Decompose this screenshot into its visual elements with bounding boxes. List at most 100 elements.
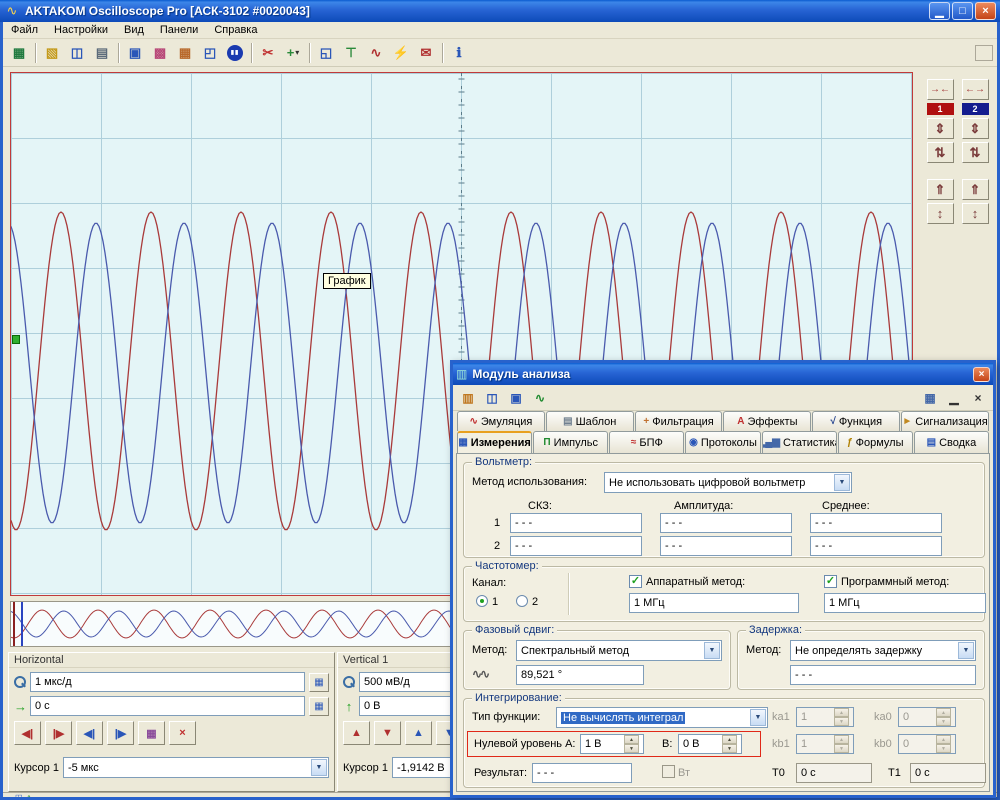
integration-type-combo[interactable]: Не вычислять интеграл ▼: [556, 707, 768, 728]
measurement-setup-button[interactable]: ▥: [457, 387, 479, 408]
tab-effects[interactable]: AЭффекты: [723, 411, 811, 431]
spin-buttons[interactable]: ▲▼: [936, 735, 951, 753]
tab-filtering[interactable]: +Фильтрация: [635, 411, 723, 431]
voltmeter-rms-field-1[interactable]: - - -: [510, 513, 642, 533]
menu-help[interactable]: Справка: [206, 23, 265, 37]
tab-emulation[interactable]: ∿Эмуляция: [457, 411, 545, 431]
delay-method-combo[interactable]: Не определять задержку ▼: [790, 640, 976, 661]
menu-panels[interactable]: Панели: [152, 23, 206, 37]
dropdown-arrow-icon[interactable]: ▼: [704, 642, 720, 659]
window-titlebar[interactable]: ∿ AKTAKOM Oscilloscope Pro [АСК-3102 #00…: [0, 0, 1000, 22]
hardware-frequency-field[interactable]: 1 МГц: [629, 593, 799, 613]
dropdown-arrow-icon[interactable]: ▼: [958, 642, 974, 659]
minimize-button[interactable]: ▁: [929, 2, 950, 20]
dock-panels-button[interactable]: ⊤: [339, 41, 363, 64]
shift-fine-ch2-button[interactable]: ↕: [962, 203, 989, 224]
ka0-spinner[interactable]: 0 ▲▼: [898, 707, 956, 727]
shift-up-ch1-button[interactable]: ⇑: [927, 179, 954, 200]
close-panel-button[interactable]: ×: [967, 387, 989, 408]
shift-fine-ch1-button[interactable]: ↕: [927, 203, 954, 224]
h-cursors-reset-button[interactable]: ×: [169, 721, 196, 745]
shift-up-ch2-button[interactable]: ⇑: [962, 179, 989, 200]
zero-level-a-spinner[interactable]: 1 В ▲▼: [580, 734, 644, 754]
kb0-spinner[interactable]: 0 ▲▼: [898, 734, 956, 754]
software-method-checkbox[interactable]: ✓: [824, 575, 837, 588]
tab-pulse[interactable]: ΠИмпульс: [533, 431, 608, 453]
compress-horizontal-button[interactable]: →←: [927, 79, 954, 100]
about-button[interactable]: ℹ: [447, 41, 471, 64]
h-cursor-grid-button[interactable]: ▦: [138, 721, 165, 745]
grid-settings-button[interactable]: ▦: [173, 41, 197, 64]
toolbar-overflow-button[interactable]: [975, 45, 993, 61]
overview-position-cursor[interactable]: [21, 602, 23, 646]
voltmeter-rms-field-2[interactable]: - - -: [510, 536, 642, 556]
open-file-button[interactable]: ▧: [40, 41, 64, 64]
h-cursor-2-right-button[interactable]: |▶: [107, 721, 134, 745]
tab-summary[interactable]: ▤Сводка: [914, 431, 989, 453]
h-cursor-position-combo[interactable]: -5 мкс ▼: [63, 757, 329, 778]
close-button[interactable]: ×: [975, 2, 996, 20]
spin-buttons[interactable]: ▲▼: [936, 708, 951, 726]
phase-value-field[interactable]: 89,521 °: [516, 665, 644, 685]
horizontal-offset-adjust-button[interactable]: ▦: [309, 697, 329, 716]
phase-method-combo[interactable]: Спектральный метод ▼: [516, 640, 722, 661]
result-field[interactable]: - - -: [532, 763, 632, 783]
tab-formulas[interactable]: ƒФормулы: [838, 431, 913, 453]
voltmeter-amplitude-field-1[interactable]: - - -: [660, 513, 792, 533]
hardware-method-checkbox[interactable]: ✓: [629, 575, 642, 588]
records-button[interactable]: ✉: [414, 41, 438, 64]
trigger-level-marker[interactable]: [12, 335, 20, 344]
scale-compress-ch2-button[interactable]: ⇅: [962, 142, 989, 163]
voltmeter-method-combo[interactable]: Не использовать цифровой вольтметр ▼: [604, 472, 852, 493]
zero-level-b-spinner[interactable]: 0 В ▲▼: [678, 734, 742, 754]
voltmeter-amplitude-field-2[interactable]: - - -: [660, 536, 792, 556]
h-cursor-1-right-button[interactable]: |▶: [45, 721, 72, 745]
dialog-titlebar[interactable]: ▥ Модуль анализа ×: [453, 363, 993, 385]
h-cursor-2-left-button[interactable]: ◀|: [76, 721, 103, 745]
channel-1-radio[interactable]: [476, 595, 488, 607]
expand-horizontal-button[interactable]: ←→: [962, 79, 989, 100]
tab-statistics[interactable]: ▂▄▆Статистика: [762, 431, 837, 453]
spin-buttons[interactable]: ▲▼: [624, 735, 639, 753]
watts-checkbox[interactable]: [662, 765, 675, 778]
spin-buttons[interactable]: ▲▼: [834, 735, 849, 753]
kb1-spinner[interactable]: 1 ▲▼: [796, 734, 854, 754]
dropdown-arrow-icon[interactable]: ▼: [834, 474, 850, 491]
dialog-close-button[interactable]: ×: [973, 367, 990, 382]
channel-2-badge[interactable]: 2: [962, 103, 989, 115]
delay-value-field[interactable]: - - -: [790, 665, 976, 685]
copy-screen-button[interactable]: ▣: [123, 41, 147, 64]
spin-buttons[interactable]: ▲▼: [834, 708, 849, 726]
software-frequency-field[interactable]: 1 МГц: [824, 593, 986, 613]
dropdown-arrow-icon[interactable]: ▼: [311, 759, 327, 776]
timebase-adjust-button[interactable]: ▦: [309, 673, 329, 692]
maximize-button[interactable]: □: [952, 2, 973, 20]
dropdown-arrow-icon[interactable]: ▼: [750, 709, 766, 726]
new-display-button[interactable]: ◰: [198, 41, 222, 64]
v-cursor-1-up-button[interactable]: ▲: [343, 721, 370, 745]
color-settings-button[interactable]: ▩: [148, 41, 172, 64]
save-file-button[interactable]: ◫: [65, 41, 89, 64]
voltmeter-mean-field-2[interactable]: - - -: [810, 536, 942, 556]
signal-view-button[interactable]: ∿: [529, 387, 551, 408]
menu-file[interactable]: Файл: [3, 23, 46, 37]
spin-buttons[interactable]: ▲▼: [722, 735, 737, 753]
cut-fragment-button[interactable]: ✂: [256, 41, 280, 64]
tab-fft[interactable]: ≈БПФ: [609, 431, 684, 453]
ka1-spinner[interactable]: 1 ▲▼: [796, 707, 854, 727]
scale-expand-ch2-button[interactable]: ⇕: [962, 118, 989, 139]
tab-protocols[interactable]: ◉Протоколы: [685, 431, 760, 453]
tab-measurements[interactable]: ▦Измерения: [457, 431, 532, 453]
tab-function[interactable]: √Функция: [812, 411, 900, 431]
collapse-panel-button[interactable]: ▁: [943, 387, 965, 408]
chart-window-button[interactable]: ▦: [919, 387, 941, 408]
tab-template[interactable]: ▤Шаблон: [546, 411, 634, 431]
v-cursor-2-up-button[interactable]: ▲: [405, 721, 432, 745]
tab-alarm[interactable]: ►Сигнализация: [901, 411, 989, 431]
pause-button[interactable]: ▮▮: [223, 41, 247, 64]
acquisition-button[interactable]: ▦: [7, 41, 31, 64]
h-cursor-1-left-button[interactable]: ◀|: [14, 721, 41, 745]
scale-expand-ch1-button[interactable]: ⇕: [927, 118, 954, 139]
v-cursor-1-down-button[interactable]: ▼: [374, 721, 401, 745]
channel-1-badge[interactable]: 1: [927, 103, 954, 115]
